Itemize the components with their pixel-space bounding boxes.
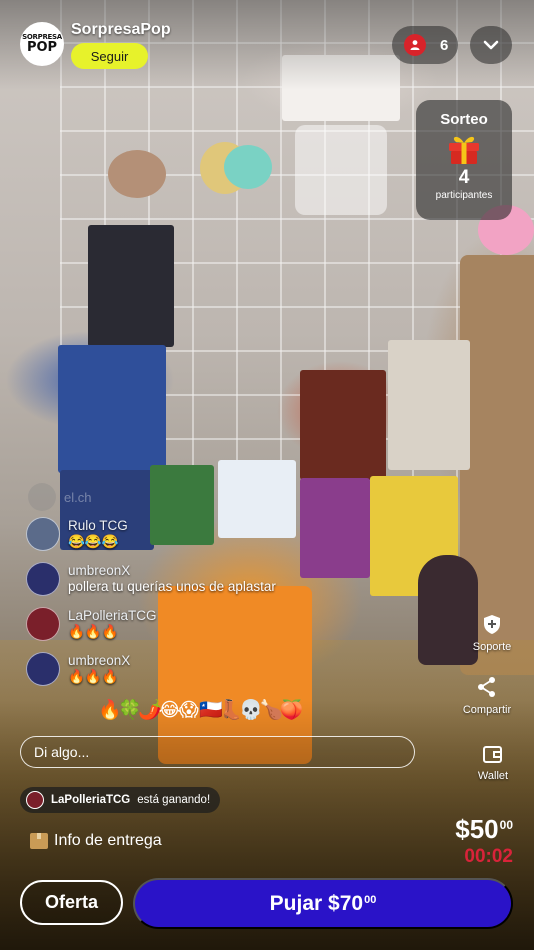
shipping-info-label: Info de entrega (54, 832, 162, 849)
avatar[interactable] (26, 517, 60, 551)
share-button[interactable]: Compartir (452, 676, 522, 716)
bid-button[interactable]: Pujar $70 00 (133, 878, 513, 929)
toy-box-black (88, 225, 174, 347)
avatar[interactable] (26, 607, 60, 641)
faded-chat-message: el.ch (28, 482, 188, 512)
reaction-emoji[interactable]: 🍑 (280, 697, 304, 723)
wallet-icon (483, 746, 502, 763)
chat-username[interactable]: LaPolleriaTCG (68, 608, 157, 623)
channel-name[interactable]: SorpresaPop (71, 21, 171, 39)
toy-box-blue (58, 345, 166, 473)
giveaway-card[interactable]: Sorteo 4 participantes (416, 100, 512, 220)
chat-username[interactable]: umbreonX (68, 563, 276, 578)
avatar-logo-line2: POP (26, 40, 58, 55)
chat-message: Rulo TCG 😂😂😂 (26, 514, 386, 559)
reaction-emoji[interactable]: 💀 (239, 697, 263, 723)
reaction-emoji[interactable]: 😱 (179, 697, 199, 723)
bid-button-label: Pujar $70 (269, 891, 364, 915)
gift-icon (446, 131, 482, 165)
reaction-emoji[interactable]: 🔥 (98, 697, 122, 723)
current-price-amount: $50 (455, 814, 499, 844)
avatar (28, 483, 56, 511)
person-icon (404, 34, 426, 56)
chat-username[interactable]: umbreonX (68, 653, 130, 668)
viewer-count-badge[interactable]: 6 (392, 26, 458, 64)
reaction-emoji[interactable]: 🌶️ (138, 697, 162, 723)
toy-box-red (300, 370, 386, 480)
chat-text: 🔥🔥🔥 (68, 624, 119, 639)
chat-text: pollera tu querías unos de aplastar (68, 579, 276, 594)
support-button[interactable]: Soporte (457, 614, 527, 653)
winning-bidder-name[interactable]: LaPolleriaTCG (51, 794, 130, 806)
chat-username: el.ch (64, 489, 92, 505)
emoji-reaction-bar: 🔥 🍀 🌶️ 😂 😱 🇨🇱 👢 💀 🍗 🍑 (98, 697, 304, 723)
chat-message: umbreonX pollera tu querías unos de apla… (26, 559, 386, 604)
chat-text: 🔥🔥🔥 (68, 669, 119, 684)
clear-packaging (295, 125, 387, 215)
auction-timer: 00:02 (464, 846, 513, 867)
chat-message: umbreonX 🔥🔥🔥 (26, 649, 386, 694)
current-price: $50 00 (455, 814, 513, 845)
shield-icon (484, 615, 500, 634)
chat-feed: Rulo TCG 😂😂😂 umbreonX pollera tu querías… (26, 514, 386, 694)
avatar[interactable] (26, 652, 60, 686)
winning-bidder-status: está ganando! (137, 794, 211, 806)
toy-box-cream (388, 340, 470, 470)
bear-plush-keychain (108, 150, 166, 198)
chat-username[interactable]: Rulo TCG (68, 518, 128, 533)
share-icon (478, 677, 495, 697)
reaction-emoji[interactable]: 🇨🇱 (199, 697, 223, 723)
chat-text: 😂😂😂 (68, 534, 119, 549)
giveaway-title: Sorteo (440, 111, 488, 128)
reaction-emoji[interactable]: 😂 (159, 697, 181, 723)
avatar (26, 791, 44, 809)
viewer-count: 6 (440, 36, 449, 54)
teal-plush-keychain (224, 145, 272, 189)
support-label: Soporte (472, 641, 512, 653)
chat-message: LaPolleriaTCG 🔥🔥🔥 (26, 604, 386, 649)
stream-header: SORPRESA POP SorpresaPop Seguir 6 (0, 0, 534, 90)
current-price-cents: 00 (499, 818, 513, 832)
bid-button-cents: 00 (364, 893, 377, 906)
offer-button[interactable]: Oferta (20, 880, 123, 925)
share-label: Compartir (462, 704, 512, 716)
giveaway-participant-count: 4 (458, 167, 470, 188)
wallet-label: Wallet (477, 770, 509, 782)
follow-button[interactable]: Seguir (71, 43, 148, 69)
shipping-info-link[interactable]: Info de entrega (30, 832, 162, 850)
collapse-button[interactable] (470, 26, 512, 64)
reaction-emoji[interactable]: 🍗 (260, 697, 284, 723)
channel-avatar[interactable]: SORPRESA POP (20, 22, 64, 66)
package-icon (30, 833, 48, 849)
reaction-emoji[interactable]: 🍀 (118, 697, 142, 723)
wallet-button[interactable]: Wallet (458, 745, 528, 782)
winning-bidder-banner: LaPolleriaTCG está ganando! (20, 787, 221, 813)
chat-input[interactable] (20, 736, 415, 768)
avatar[interactable] (26, 562, 60, 596)
giveaway-participant-label: participantes (435, 190, 493, 201)
reaction-emoji[interactable]: 👢 (219, 697, 243, 723)
chevron-down-icon (483, 40, 499, 50)
